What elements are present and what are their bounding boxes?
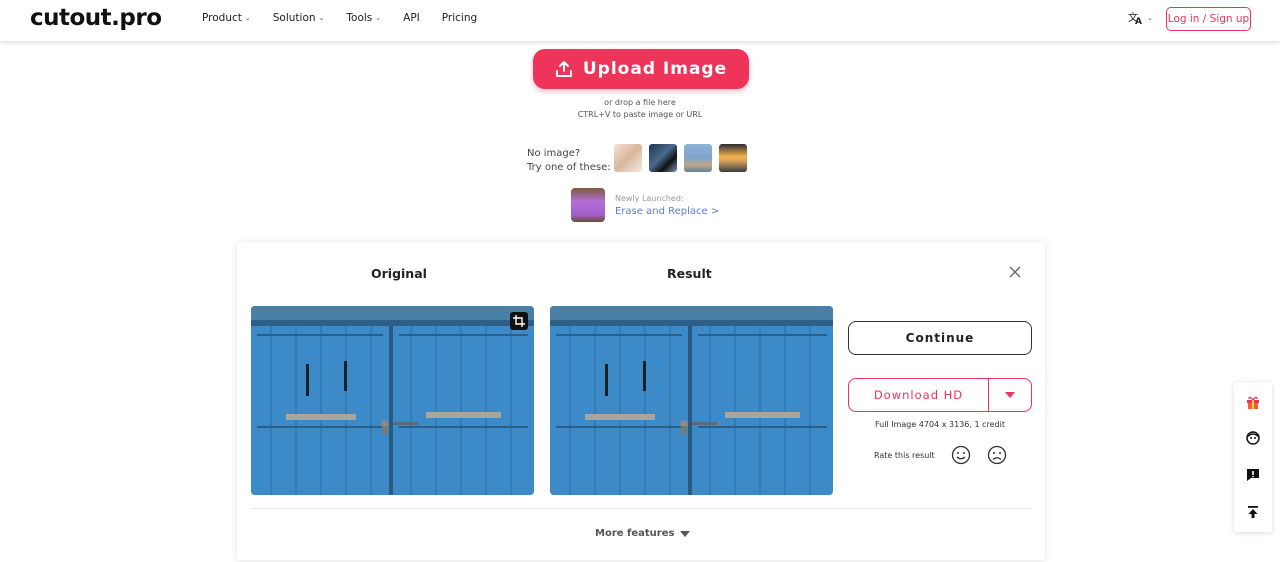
chevron-down-icon: ⌄ bbox=[375, 14, 382, 22]
nav-tools-label: Tools bbox=[346, 12, 373, 24]
upload-image-label: Upload Image bbox=[582, 59, 728, 79]
divider bbox=[251, 508, 1031, 509]
drop-hint-line1: or drop a file here bbox=[604, 98, 676, 107]
erase-replace-thumbnail[interactable] bbox=[571, 188, 605, 222]
nav-tools[interactable]: Tools ⌄ bbox=[346, 12, 381, 24]
nav-product[interactable]: Product ⌄ bbox=[202, 12, 251, 24]
erase-replace-link[interactable]: Erase and Replace > bbox=[615, 206, 719, 217]
support-button[interactable] bbox=[1245, 430, 1261, 446]
nav-api-label: API bbox=[403, 12, 420, 24]
full-image-info: Full Image 4704 x 3136, 1 credit bbox=[875, 420, 1005, 429]
sample-prompt-line1: No image? bbox=[527, 148, 581, 159]
smile-face-icon[interactable] bbox=[951, 445, 971, 465]
sample-image-beach[interactable] bbox=[684, 144, 712, 172]
caret-down-icon bbox=[1005, 392, 1015, 398]
blue-door-image bbox=[550, 306, 833, 495]
drop-hint: or drop a file here CTRL+V to paste imag… bbox=[540, 97, 740, 121]
gift-icon bbox=[1247, 396, 1259, 409]
result-card: Original Result Continue Download HD Ful… bbox=[237, 242, 1045, 560]
nav-solution-label: Solution bbox=[272, 12, 316, 24]
download-hd-label[interactable]: Download HD bbox=[849, 379, 989, 411]
nav-pricing[interactable]: Pricing bbox=[442, 12, 477, 24]
download-hd-button[interactable]: Download HD bbox=[848, 378, 1032, 412]
login-signup-button[interactable]: Log in / Sign up bbox=[1166, 7, 1251, 31]
sample-image-person[interactable] bbox=[649, 144, 677, 172]
nav-pricing-label: Pricing bbox=[441, 12, 478, 24]
top-header: cutout.pro Product ⌄ Solution ⌄ Tools ⌄ API… bbox=[0, 0, 1280, 41]
gift-button[interactable] bbox=[1245, 394, 1261, 410]
frown-face-icon[interactable] bbox=[987, 445, 1007, 465]
newly-launched-label: Newly Launched: bbox=[615, 194, 684, 203]
logo[interactable]: cutout.pro bbox=[30, 5, 162, 31]
translate-icon: 文 A bbox=[1128, 11, 1142, 25]
chevron-down-icon: ⌄ bbox=[1147, 14, 1153, 22]
crop-icon bbox=[513, 315, 525, 327]
more-features-label: More features bbox=[595, 528, 675, 539]
nav-solution[interactable]: Solution ⌄ bbox=[273, 12, 325, 24]
result-image bbox=[550, 306, 833, 495]
more-features-toggle[interactable]: More features bbox=[595, 528, 691, 539]
main-nav: Product ⌄ Solution ⌄ Tools ⌄ API Pricing bbox=[202, 12, 499, 24]
feedback-button[interactable] bbox=[1245, 467, 1261, 483]
blue-door-image bbox=[251, 306, 534, 495]
floating-sidebar bbox=[1234, 382, 1272, 532]
crop-button[interactable] bbox=[510, 312, 528, 330]
chevron-down-icon: ⌄ bbox=[244, 14, 251, 22]
back-to-top-button[interactable] bbox=[1245, 504, 1261, 520]
upload-image-button[interactable]: Upload Image bbox=[533, 49, 749, 89]
support-face-icon bbox=[1246, 431, 1260, 445]
close-icon[interactable] bbox=[1009, 266, 1021, 278]
drop-hint-line2: CTRL+V to paste image or URL bbox=[577, 110, 703, 119]
sample-image-sunset[interactable] bbox=[719, 144, 747, 172]
feedback-icon bbox=[1247, 469, 1259, 481]
svg-text:A: A bbox=[1135, 17, 1142, 25]
nav-product-label: Product bbox=[202, 12, 242, 24]
continue-button[interactable]: Continue bbox=[848, 321, 1032, 355]
caret-down-icon bbox=[680, 530, 691, 537]
download-options-toggle[interactable] bbox=[989, 379, 1031, 411]
upload-icon bbox=[555, 61, 572, 77]
language-selector[interactable]: 文 A ⌄ bbox=[1128, 11, 1153, 25]
original-title: Original bbox=[371, 266, 427, 281]
result-title: Result bbox=[667, 266, 712, 281]
original-image bbox=[251, 306, 534, 495]
sample-image-portrait[interactable] bbox=[614, 144, 642, 172]
sample-prompt-line2: Try one of these: bbox=[527, 162, 611, 173]
sample-prompt: No image? Try one of these: bbox=[527, 147, 611, 175]
nav-api[interactable]: API bbox=[403, 12, 420, 24]
back-to-top-icon bbox=[1248, 506, 1258, 518]
chevron-down-icon: ⌄ bbox=[318, 14, 325, 22]
rate-label: Rate this result bbox=[874, 451, 935, 460]
